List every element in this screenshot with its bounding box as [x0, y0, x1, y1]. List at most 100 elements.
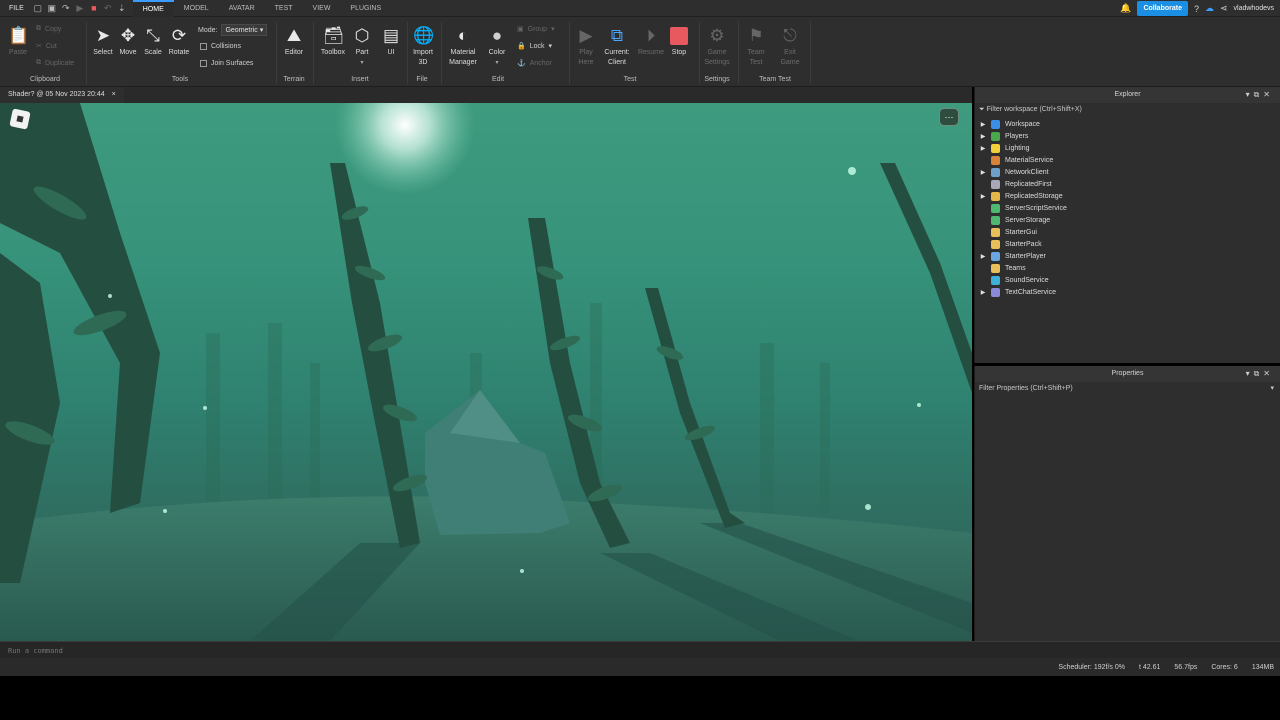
- explorer-item[interactable]: StarterGui: [975, 226, 1280, 238]
- 3d-viewport[interactable]: ⋯: [0, 103, 972, 641]
- cut-button[interactable]: ✂ Cut: [36, 42, 57, 51]
- explorer-filter[interactable]: ⏷ Filter workspace (Ctrl+Shift+X): [975, 103, 1280, 117]
- username[interactable]: vladwhodevs: [1234, 5, 1274, 12]
- sun-glow: [335, 103, 475, 195]
- play-here-button[interactable]: ▶ Play Here: [572, 26, 600, 68]
- service-icon: [991, 155, 1000, 165]
- stop-button[interactable]: Stop: [666, 26, 692, 58]
- manager-label: Manager: [449, 59, 477, 66]
- tab-avatar[interactable]: AVATAR: [219, 0, 265, 17]
- toolbox-button[interactable]: 🗃 Toolbox: [318, 26, 348, 58]
- mode-select[interactable]: Geometric ▾: [221, 24, 268, 36]
- game-settings-button[interactable]: ⚙ Game Settings: [702, 26, 732, 68]
- expand-arrow-icon[interactable]: ▶: [975, 145, 991, 152]
- explorer-item[interactable]: ReplicatedFirst: [975, 178, 1280, 190]
- panel-controls[interactable]: ▾⧉✕: [1246, 87, 1274, 103]
- menu-bar: FILE ▢ ▣ ↷ ▶ ■ ↶ ⇣ HOME MODEL AVATAR TES…: [0, 0, 1280, 17]
- save-icon[interactable]: ▣: [47, 3, 57, 13]
- current-client-button[interactable]: ⧉ Current: Client: [601, 26, 633, 68]
- more-options-icon[interactable]: ⋯: [939, 108, 959, 126]
- header-right-tools: 🔔 Collaborate ? ☁ ⋖ vladwhodevs: [1120, 0, 1274, 17]
- notification-bell-icon[interactable]: 🔔: [1120, 3, 1131, 14]
- roblox-logo-icon[interactable]: [9, 108, 31, 130]
- explorer-header: Explorer ▾⧉✕: [975, 87, 1280, 103]
- close-icon[interactable]: ×: [112, 87, 116, 103]
- stop-icon[interactable]: ■: [89, 3, 99, 13]
- lock-label: Lock: [529, 42, 545, 50]
- explorer-item[interactable]: ▶ Players: [975, 130, 1280, 142]
- expand-arrow-icon[interactable]: ▶: [975, 133, 991, 140]
- explorer-item[interactable]: StarterPack: [975, 238, 1280, 250]
- file-menu[interactable]: FILE: [0, 5, 33, 12]
- explorer-item[interactable]: ▶ Workspace: [975, 118, 1280, 130]
- exit-game-button[interactable]: ⎋ Exit Game: [776, 26, 804, 68]
- rotate-button[interactable]: ⟳ Rotate: [166, 26, 192, 58]
- duplicate-label: Duplicate: [45, 59, 75, 67]
- document-tab-title: Shader? @ 05 Nov 2023 20:44: [8, 91, 105, 98]
- expand-arrow-icon[interactable]: ▶: [975, 121, 991, 128]
- explorer-item[interactable]: MaterialService: [975, 154, 1280, 166]
- collisions-toggle[interactable]: Collisions: [200, 43, 241, 50]
- tab-model[interactable]: MODEL: [174, 0, 219, 17]
- document-tab[interactable]: Shader? @ 05 Nov 2023 20:44 ×: [0, 87, 124, 103]
- explorer-item[interactable]: ▶ StarterPlayer: [975, 250, 1280, 262]
- explorer-item[interactable]: SoundService: [975, 274, 1280, 286]
- select-button[interactable]: ➤ Select: [91, 26, 115, 58]
- tab-home[interactable]: HOME: [132, 0, 174, 17]
- panel-controls[interactable]: ▾⧉✕: [1246, 366, 1274, 382]
- duplicate-icon: ⧉: [36, 59, 41, 66]
- service-icon: [991, 239, 1000, 249]
- material-manager-button[interactable]: ◐ Material Manager: [444, 26, 482, 68]
- explorer-item[interactable]: Teams: [975, 262, 1280, 274]
- ui-button[interactable]: ▤ UI: [379, 26, 403, 58]
- properties-filter[interactable]: Filter Properties (Ctrl+Shift+P) ▾: [975, 382, 1280, 396]
- chevron-down-icon[interactable]: ▾: [1270, 382, 1274, 396]
- stop-label: Stop: [671, 49, 687, 56]
- explorer-item[interactable]: ▶ NetworkClient: [975, 166, 1280, 178]
- duplicate-button[interactable]: ⧉ Duplicate: [36, 59, 74, 67]
- redo-icon[interactable]: ↷: [61, 3, 71, 13]
- part-button[interactable]: ⬡ Part ▾: [350, 26, 374, 68]
- expand-arrow-icon[interactable]: ▶: [975, 253, 991, 260]
- lock-button[interactable]: 🔒 Lock ▾: [517, 42, 552, 51]
- new-icon[interactable]: ▢: [33, 3, 43, 13]
- underwater-scene: [0, 103, 972, 641]
- tab-view[interactable]: VIEW: [303, 0, 341, 17]
- anchor-button[interactable]: ⚓ Anchor: [517, 59, 552, 68]
- help-icon[interactable]: ?: [1194, 4, 1199, 14]
- toolbox-label: Toolbox: [320, 49, 346, 56]
- terrain-editor-button[interactable]: ⛰ Editor: [281, 26, 307, 58]
- expand-arrow-icon[interactable]: ▶: [975, 193, 991, 200]
- explorer-item[interactable]: ▶ TextChatService: [975, 286, 1280, 298]
- tab-test[interactable]: TEST: [265, 0, 303, 17]
- explorer-item[interactable]: ServerScriptService: [975, 202, 1280, 214]
- group-button[interactable]: ▣ Group ▾: [517, 25, 555, 34]
- explorer-item[interactable]: ServerStorage: [975, 214, 1280, 226]
- expand-arrow-icon[interactable]: ▶: [975, 169, 991, 176]
- explorer-item-label: NetworkClient: [1005, 168, 1049, 176]
- explorer-item[interactable]: ▶ ReplicatedStorage: [975, 190, 1280, 202]
- scale-button[interactable]: ⤡ Scale: [141, 26, 165, 58]
- command-input[interactable]: [8, 644, 1248, 657]
- color-button[interactable]: ● Color ▾: [484, 26, 510, 68]
- import-3d-button[interactable]: 🌐 Import 3D: [409, 26, 437, 68]
- expand-arrow-icon[interactable]: ▶: [975, 289, 991, 296]
- collaborate-button[interactable]: Collaborate: [1137, 1, 1188, 16]
- play-icon[interactable]: ▶: [75, 3, 85, 13]
- toolbox-icon: 🗃: [323, 26, 345, 45]
- terrain-editor-label: Editor: [284, 49, 304, 56]
- game-label: Game: [780, 59, 800, 66]
- tab-plugins[interactable]: PLUGINS: [340, 0, 391, 17]
- team-test-button[interactable]: ⚑ Team Test: [742, 26, 770, 68]
- join-surfaces-toggle[interactable]: Join Surfaces: [200, 60, 253, 67]
- move-button[interactable]: ✥ Move: [116, 26, 140, 58]
- copy-button[interactable]: ⧉ Copy: [36, 25, 61, 33]
- undo-icon[interactable]: ↶: [103, 3, 113, 13]
- explorer-item[interactable]: ▶ Lighting: [975, 142, 1280, 154]
- cloud-icon[interactable]: ☁: [1205, 3, 1214, 14]
- divider: [86, 22, 87, 84]
- paste-button[interactable]: 📋 Paste: [6, 26, 30, 58]
- resume-button[interactable]: ⏵ Resume: [636, 26, 666, 58]
- customize-icon[interactable]: ⇣: [117, 3, 127, 13]
- share-icon[interactable]: ⋖: [1220, 3, 1228, 14]
